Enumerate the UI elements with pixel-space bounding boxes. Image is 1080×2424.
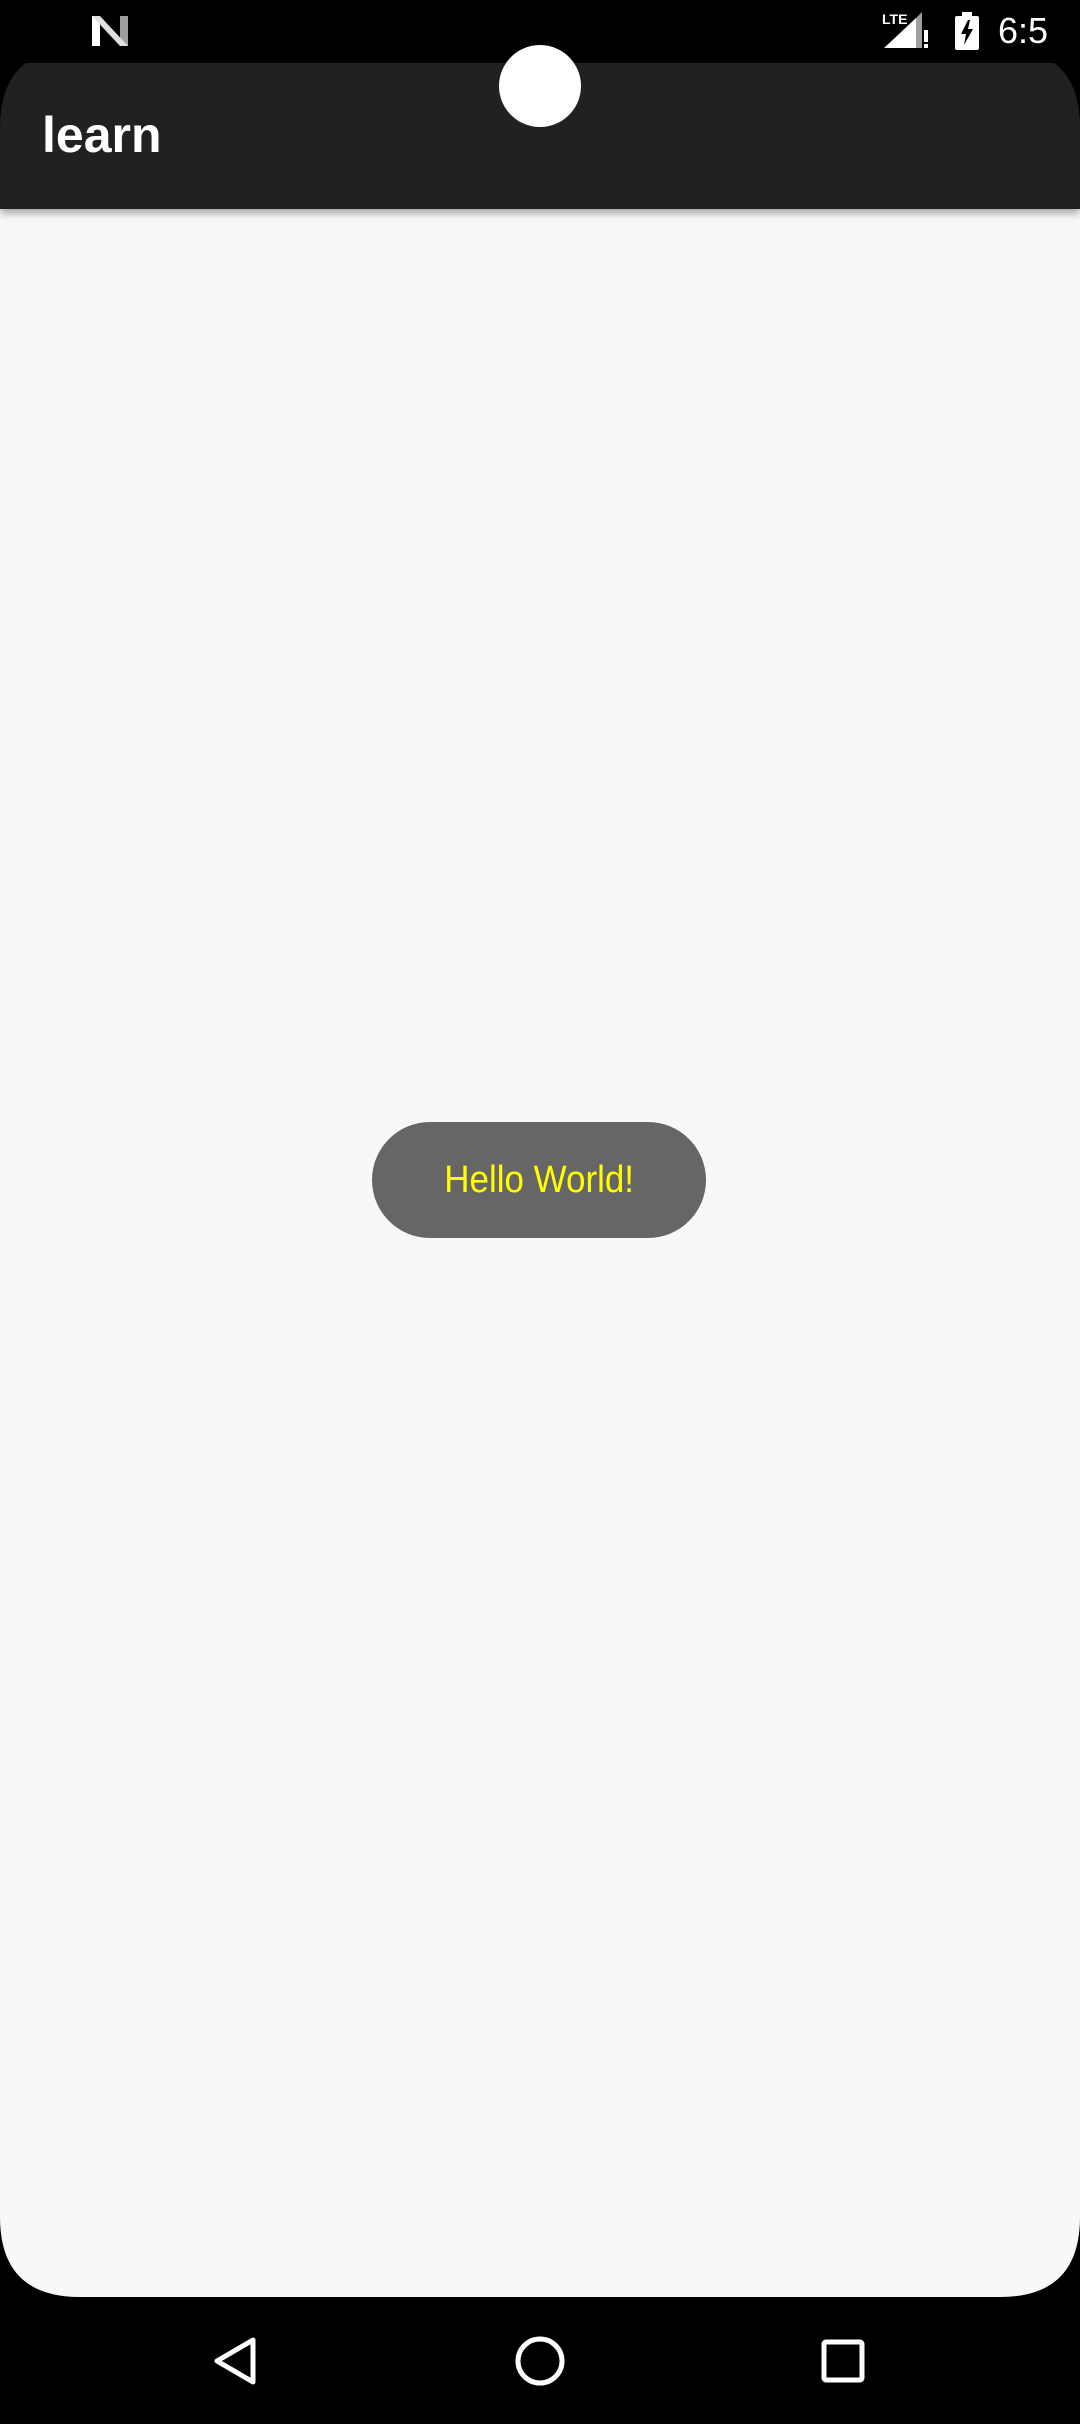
toast-text: Hello World! xyxy=(444,1159,634,1201)
signal-lte-alert-icon: LTE xyxy=(880,10,932,50)
home-circle-icon xyxy=(515,2336,565,2386)
app-title: learn xyxy=(42,107,162,163)
main-content: Hello World! xyxy=(0,209,1080,2297)
status-clock: 6:5 xyxy=(998,10,1049,51)
back-triangle-icon xyxy=(214,2337,256,2385)
phone-screen: LTE 6:5 learn Hello World! xyxy=(0,0,1080,2424)
status-icons: LTE 6:5 xyxy=(840,0,1080,63)
navigation-bar xyxy=(0,2297,1080,2424)
battery-charging-icon xyxy=(954,12,980,50)
recents-button[interactable] xyxy=(801,2319,885,2403)
home-button[interactable] xyxy=(498,2319,582,2403)
network-label: LTE xyxy=(882,11,907,27)
toast-message: Hello World! xyxy=(372,1122,706,1238)
recents-square-icon xyxy=(821,2339,865,2383)
camera-cutout xyxy=(499,45,581,127)
back-button[interactable] xyxy=(194,2319,278,2403)
notification-n-icon xyxy=(90,14,130,48)
